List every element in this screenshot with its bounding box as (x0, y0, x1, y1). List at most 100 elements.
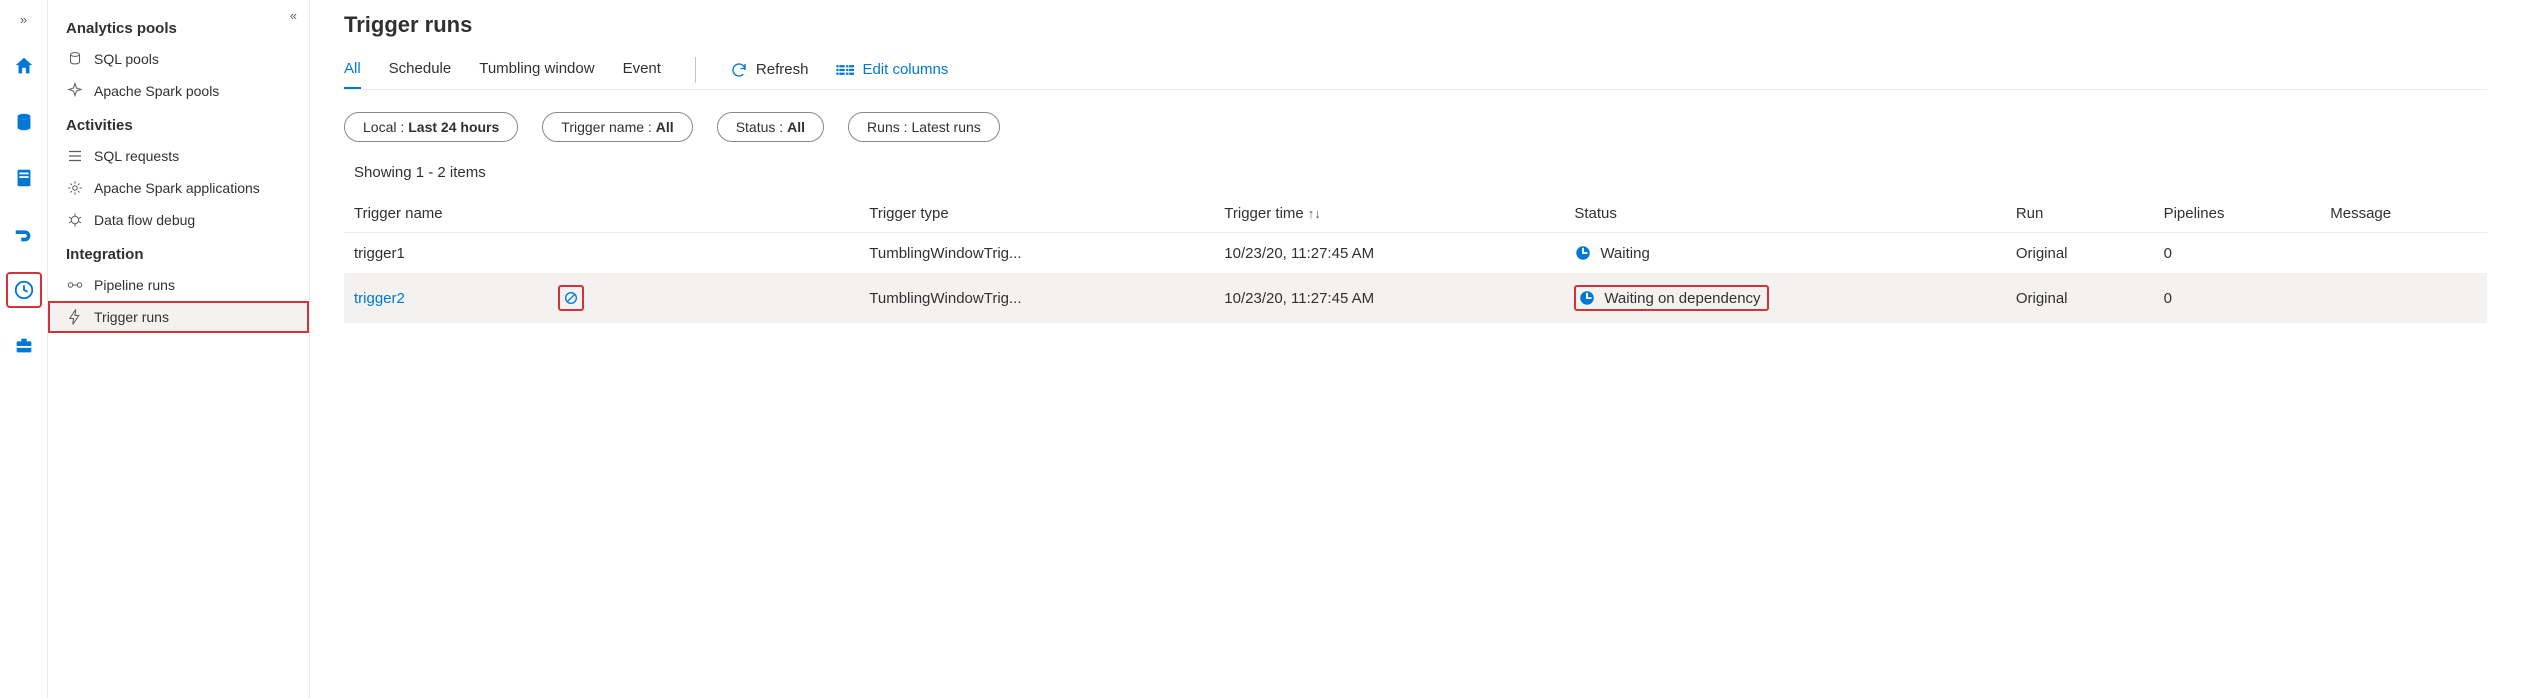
col-label: Status (1574, 205, 1617, 222)
sidebar-section-integration: Integration (48, 236, 309, 269)
filter-prefix: Trigger name : (561, 119, 652, 135)
trigger-time: 10/23/20, 11:27:45 AM (1214, 274, 1564, 323)
col-run[interactable]: Run (2006, 195, 2154, 233)
rail-integrate-icon[interactable] (6, 216, 42, 252)
rail-manage-icon[interactable] (6, 328, 42, 364)
rail-expand-icon[interactable]: » (0, 10, 47, 28)
status-cell: Waiting (1574, 244, 1996, 262)
filter-value: All (656, 119, 674, 135)
sort-icon: ↑↓ (1308, 206, 1321, 221)
col-trigger-name[interactable]: Trigger name (344, 195, 859, 233)
col-pipelines[interactable]: Pipelines (2154, 195, 2321, 233)
tab-event[interactable]: Event (623, 56, 661, 89)
filter-trigger-name[interactable]: Trigger name : All (542, 112, 692, 142)
col-label: Run (2016, 205, 2044, 222)
sidebar-item-label: Pipeline runs (94, 277, 175, 293)
sidebar-item-label: SQL pools (94, 51, 159, 67)
rail-data-icon[interactable] (6, 104, 42, 140)
sidebar-item-sql-pools[interactable]: SQL pools (48, 43, 309, 75)
spark-app-icon (66, 179, 84, 197)
sidebar-item-pipeline-runs[interactable]: Pipeline runs (48, 269, 309, 301)
clock-icon (1574, 244, 1592, 262)
clock-icon (1578, 289, 1596, 307)
trigger-type: TumblingWindowTrig... (859, 274, 1214, 323)
trigger-time: 10/23/20, 11:27:45 AM (1214, 233, 1564, 274)
trigger-name: trigger1 (354, 245, 405, 262)
columns-icon (836, 62, 854, 78)
debug-icon (66, 211, 84, 229)
status-cell: Waiting on dependency (1574, 285, 1768, 311)
pipeline-icon (66, 276, 84, 294)
edit-columns-button[interactable]: Edit columns (836, 61, 948, 84)
col-label: Pipelines (2164, 205, 2225, 222)
divider (695, 57, 696, 83)
left-icon-rail: » (0, 0, 48, 698)
status-text: Waiting (1600, 245, 1649, 262)
tabs: All Schedule Tumbling window Event (344, 56, 661, 89)
trigger-name[interactable]: trigger2 (354, 290, 405, 307)
run-value: Original (2006, 233, 2154, 274)
refresh-icon (730, 61, 748, 79)
pipelines-count: 0 (2154, 233, 2321, 274)
sidebar-item-label: Trigger runs (94, 309, 169, 325)
col-label: Trigger type (869, 205, 948, 222)
sidebar-item-spark-apps[interactable]: Apache Spark applications (48, 172, 309, 204)
col-label: Message (2330, 205, 2391, 222)
trigger-icon (66, 308, 84, 326)
sidebar-item-sql-requests[interactable]: SQL requests (48, 140, 309, 172)
refresh-label: Refresh (756, 61, 809, 78)
rail-monitor-icon[interactable] (6, 272, 42, 308)
trigger-type: TumblingWindowTrig... (859, 233, 1214, 274)
status-text: Waiting on dependency (1604, 290, 1760, 307)
tab-schedule[interactable]: Schedule (389, 56, 452, 89)
col-message[interactable]: Message (2320, 195, 2487, 233)
sidebar-item-data-flow-debug[interactable]: Data flow debug (48, 204, 309, 236)
col-label: Trigger time (1224, 205, 1303, 222)
tabs-and-commands: All Schedule Tumbling window Event Refre… (344, 56, 2487, 90)
filter-prefix: Local : (363, 119, 404, 135)
filter-prefix: Status : (736, 119, 783, 135)
message-text (2320, 274, 2487, 323)
page-title: Trigger runs (344, 12, 2487, 38)
edit-columns-label: Edit columns (862, 61, 948, 78)
filter-value: Latest runs (912, 119, 981, 135)
sidebar-item-label: SQL requests (94, 148, 179, 164)
filter-local[interactable]: Local : Last 24 hours (344, 112, 518, 142)
rail-develop-icon[interactable] (6, 160, 42, 196)
sidebar-item-label: Data flow debug (94, 212, 195, 228)
filter-runs[interactable]: Runs : Latest runs (848, 112, 1000, 142)
col-trigger-type[interactable]: Trigger type (859, 195, 1214, 233)
col-label: Trigger name (354, 205, 443, 222)
table-header-row: Trigger name Trigger type Trigger time ↑↓… (344, 195, 2487, 233)
table-row[interactable]: trigger1 TumblingWindowTrig...10/23/20, 1… (344, 233, 2487, 274)
filter-value: All (787, 119, 805, 135)
filter-prefix: Runs : (867, 119, 907, 135)
main-content: Trigger runs All Schedule Tumbling windo… (310, 0, 2521, 698)
sidebar-item-label: Apache Spark applications (94, 180, 260, 196)
cancel-icon (563, 290, 579, 306)
database-icon (66, 50, 84, 68)
message-text (2320, 233, 2487, 274)
col-trigger-time[interactable]: Trigger time ↑↓ (1214, 195, 1564, 233)
tab-all[interactable]: All (344, 56, 361, 89)
rail-home-icon[interactable] (6, 48, 42, 84)
table-row[interactable]: trigger2 TumblingWindowTrig...10/23/20, 1… (344, 274, 2487, 323)
sidebar-item-spark-pools[interactable]: Apache Spark pools (48, 75, 309, 107)
refresh-button[interactable]: Refresh (730, 61, 809, 85)
filter-value: Last 24 hours (408, 119, 499, 135)
showing-count: Showing 1 - 2 items (354, 164, 2487, 181)
tab-tumbling-window[interactable]: Tumbling window (479, 56, 594, 89)
sidebar-collapse-icon[interactable]: « (290, 8, 297, 23)
sidebar: « Analytics pools SQL pools Apache Spark… (48, 0, 310, 698)
filter-status[interactable]: Status : All (717, 112, 824, 142)
pipelines-count: 0 (2154, 274, 2321, 323)
sidebar-section-activities: Activities (48, 107, 309, 140)
run-value: Original (2006, 274, 2154, 323)
list-icon (66, 147, 84, 165)
sidebar-item-trigger-runs[interactable]: Trigger runs (48, 301, 309, 333)
sidebar-item-label: Apache Spark pools (94, 83, 219, 99)
runs-table: Trigger name Trigger type Trigger time ↑↓… (344, 195, 2487, 323)
filters-row: Local : Last 24 hours Trigger name : All… (344, 112, 2487, 142)
cancel-run-button[interactable] (558, 285, 584, 311)
col-status[interactable]: Status (1564, 195, 2006, 233)
